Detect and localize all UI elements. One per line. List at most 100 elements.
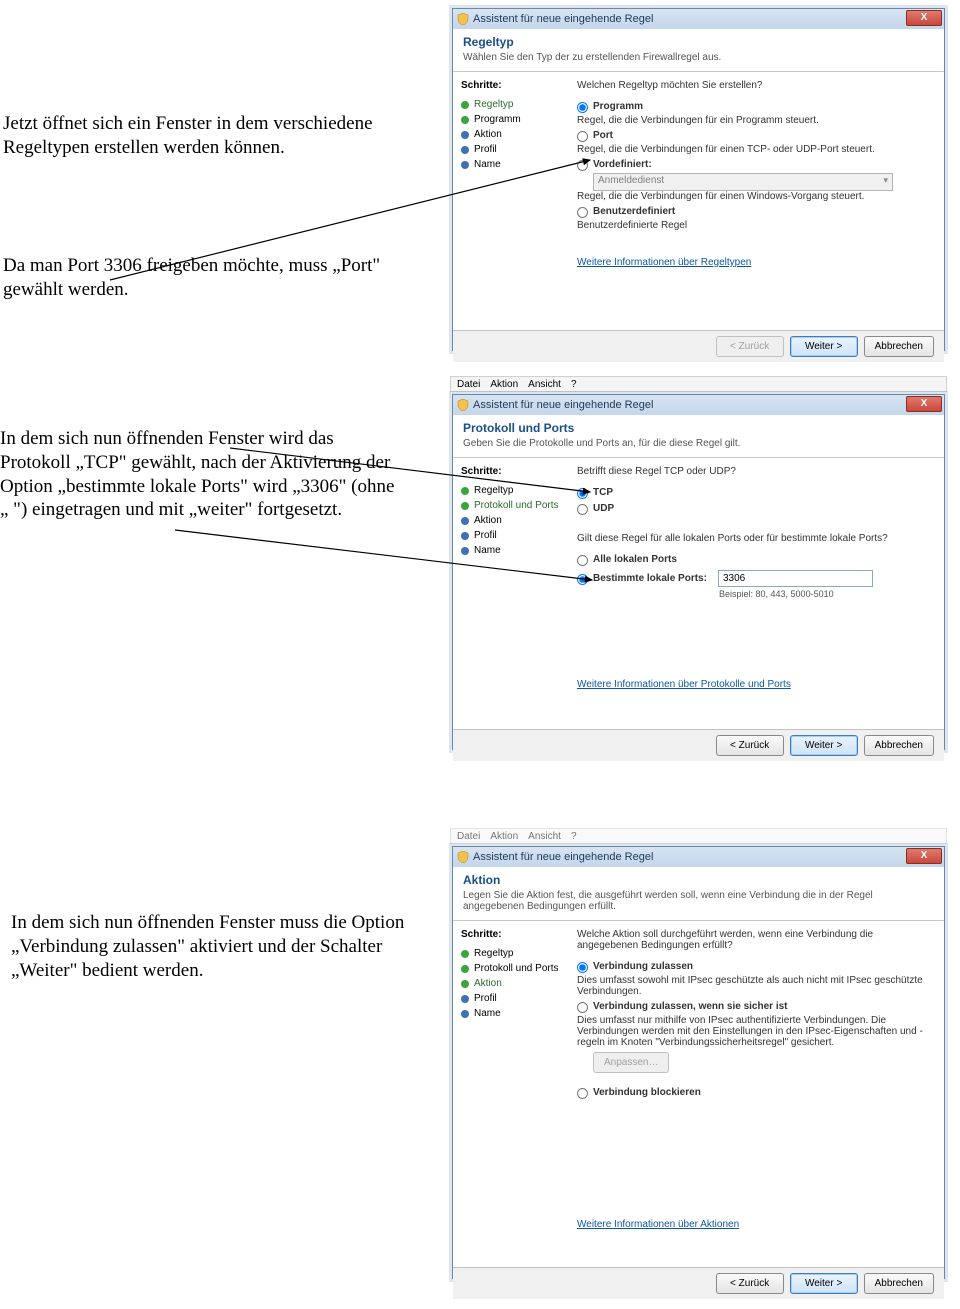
next-button[interactable]: Weiter >	[790, 1273, 858, 1294]
radio-predefined[interactable]	[577, 160, 588, 171]
option-tcp[interactable]: TCP	[577, 487, 934, 499]
menu-file[interactable]: Datei	[457, 379, 480, 390]
step-bullet-icon	[461, 131, 469, 139]
cancel-button[interactable]: Abbrechen	[864, 1273, 934, 1294]
step-item[interactable]: Name	[461, 543, 569, 558]
step-item[interactable]: Profil	[461, 528, 569, 543]
step-bullet-icon	[461, 517, 469, 525]
close-button[interactable]: X	[906, 10, 942, 26]
step-item[interactable]: Protokoll und Ports	[461, 961, 569, 976]
steps-panel: Schritte: Regeltyp Programm Aktion Profi…	[453, 72, 573, 330]
step-bullet-icon	[461, 532, 469, 540]
radio-allow[interactable]	[577, 962, 588, 973]
step-item[interactable]: Profil	[461, 991, 569, 1006]
next-button[interactable]: Weiter >	[790, 336, 858, 357]
option-label: Benutzerdefiniert	[593, 206, 675, 217]
ports-input[interactable]	[718, 570, 873, 587]
option-udp[interactable]: UDP	[577, 503, 934, 515]
wizard-window-regeltyp: Assistent für neue eingehende Regel X Re…	[452, 8, 945, 351]
menu-file[interactable]: Datei	[457, 831, 480, 842]
option-port[interactable]: Port	[577, 130, 934, 142]
shield-icon	[457, 851, 469, 863]
wizard-window-aktion: Assistent für neue eingehende Regel X Ak…	[452, 846, 945, 1279]
step-item[interactable]: Aktion	[461, 976, 569, 991]
step-bullet-icon	[461, 101, 469, 109]
radio-all-ports[interactable]	[577, 555, 588, 566]
radio-port[interactable]	[577, 131, 588, 142]
page-subtitle: Geben Sie die Protokolle und Ports an, f…	[463, 438, 934, 449]
step-label: Name	[474, 159, 501, 170]
option-predefined[interactable]: Vordefiniert:	[577, 159, 934, 171]
doc-paragraph: Da man Port 3306 freigeben möchte, muss …	[3, 254, 383, 302]
option-label: UDP	[593, 503, 614, 514]
radio-program[interactable]	[577, 102, 588, 113]
menu-action[interactable]: Aktion	[490, 379, 518, 390]
back-button[interactable]: < Zurück	[716, 1273, 784, 1294]
step-label: Aktion	[474, 515, 502, 526]
wizard-footer: < Zurück Weiter > Abbrechen	[453, 330, 944, 362]
radio-block[interactable]	[577, 1088, 588, 1099]
step-bullet-icon	[461, 980, 469, 988]
cancel-button[interactable]: Abbrechen	[864, 336, 934, 357]
option-all-ports[interactable]: Alle lokalen Ports	[577, 554, 934, 566]
step-item[interactable]: Regeltyp	[461, 946, 569, 961]
step-bullet-icon	[461, 950, 469, 958]
step-bullet-icon	[461, 547, 469, 555]
option-program[interactable]: Programm	[577, 101, 934, 113]
step-item[interactable]: Regeltyp	[461, 483, 569, 498]
radio-tcp[interactable]	[577, 488, 588, 499]
close-button[interactable]: X	[906, 396, 942, 412]
titlebar[interactable]: Assistent für neue eingehende Regel X	[453, 395, 944, 415]
step-label: Profil	[474, 144, 497, 155]
titlebar[interactable]: Assistent für neue eingehende Regel X	[453, 9, 944, 29]
menu-help[interactable]: ?	[571, 379, 577, 390]
step-item[interactable]: Programm	[461, 112, 569, 127]
radio-custom[interactable]	[577, 207, 588, 218]
option-allow-secure[interactable]: Verbindung zulassen, wenn sie sicher ist	[577, 1001, 934, 1013]
shield-icon	[457, 399, 469, 411]
close-button[interactable]: X	[906, 848, 942, 864]
option-allow[interactable]: Verbindung zulassen	[577, 961, 934, 973]
option-desc: Dies umfasst nur mithilfe von IPsec auth…	[577, 1015, 934, 1048]
predefined-combo[interactable]: Anmeldedienst	[593, 173, 893, 191]
radio-specific-ports[interactable]	[577, 574, 588, 585]
next-button[interactable]: Weiter >	[790, 735, 858, 756]
titlebar[interactable]: Assistent für neue eingehende Regel X	[453, 847, 944, 867]
step-label: Programm	[474, 114, 521, 125]
more-info-link[interactable]: Weitere Informationen über Protokolle un…	[577, 679, 791, 690]
option-custom[interactable]: Benutzerdefiniert	[577, 206, 934, 218]
menu-view[interactable]: Ansicht	[528, 379, 561, 390]
menu-help[interactable]: ?	[571, 831, 577, 842]
option-block[interactable]: Verbindung blockieren	[577, 1087, 934, 1099]
step-item[interactable]: Profil	[461, 142, 569, 157]
step-item[interactable]: Aktion	[461, 127, 569, 142]
step-label: Regeltyp	[474, 948, 513, 959]
back-button[interactable]: < Zurück	[716, 735, 784, 756]
content-pane: Welchen Regeltyp möchten Sie erstellen? …	[573, 72, 944, 330]
step-bullet-icon	[461, 487, 469, 495]
more-info-link[interactable]: Weitere Informationen über Regeltypen	[577, 257, 751, 268]
radio-allow-secure[interactable]	[577, 1002, 588, 1013]
option-specific-ports[interactable]: Bestimmte lokale Ports:	[577, 570, 934, 587]
step-item[interactable]: Name	[461, 1006, 569, 1021]
menu-action[interactable]: Aktion	[490, 831, 518, 842]
step-item[interactable]: Name	[461, 157, 569, 172]
menu-view[interactable]: Ansicht	[528, 831, 561, 842]
option-desc: Regel, die die Verbindungen für ein Prog…	[577, 115, 934, 126]
option-desc: Dies umfasst sowohl mit IPsec geschützte…	[577, 975, 934, 997]
menubar[interactable]: Datei Aktion Ansicht ?	[450, 376, 947, 392]
window-title: Assistent für neue eingehende Regel	[473, 399, 653, 411]
step-bullet-icon	[461, 1010, 469, 1018]
step-bullet-icon	[461, 995, 469, 1003]
more-info-link[interactable]: Weitere Informationen über Aktionen	[577, 1219, 739, 1230]
menubar[interactable]: Datei Aktion Ansicht ?	[450, 828, 947, 844]
step-item[interactable]: Regeltyp	[461, 97, 569, 112]
wizard-header: Aktion Legen Sie die Aktion fest, die au…	[453, 867, 944, 921]
back-button: < Zurück	[716, 336, 784, 357]
doc-paragraph: Jetzt öffnet sich ein Fenster in dem ver…	[3, 112, 398, 160]
radio-udp[interactable]	[577, 504, 588, 515]
step-item[interactable]: Aktion	[461, 513, 569, 528]
option-desc: Benutzerdefinierte Regel	[577, 220, 934, 231]
step-item[interactable]: Protokoll und Ports	[461, 498, 569, 513]
cancel-button[interactable]: Abbrechen	[864, 735, 934, 756]
